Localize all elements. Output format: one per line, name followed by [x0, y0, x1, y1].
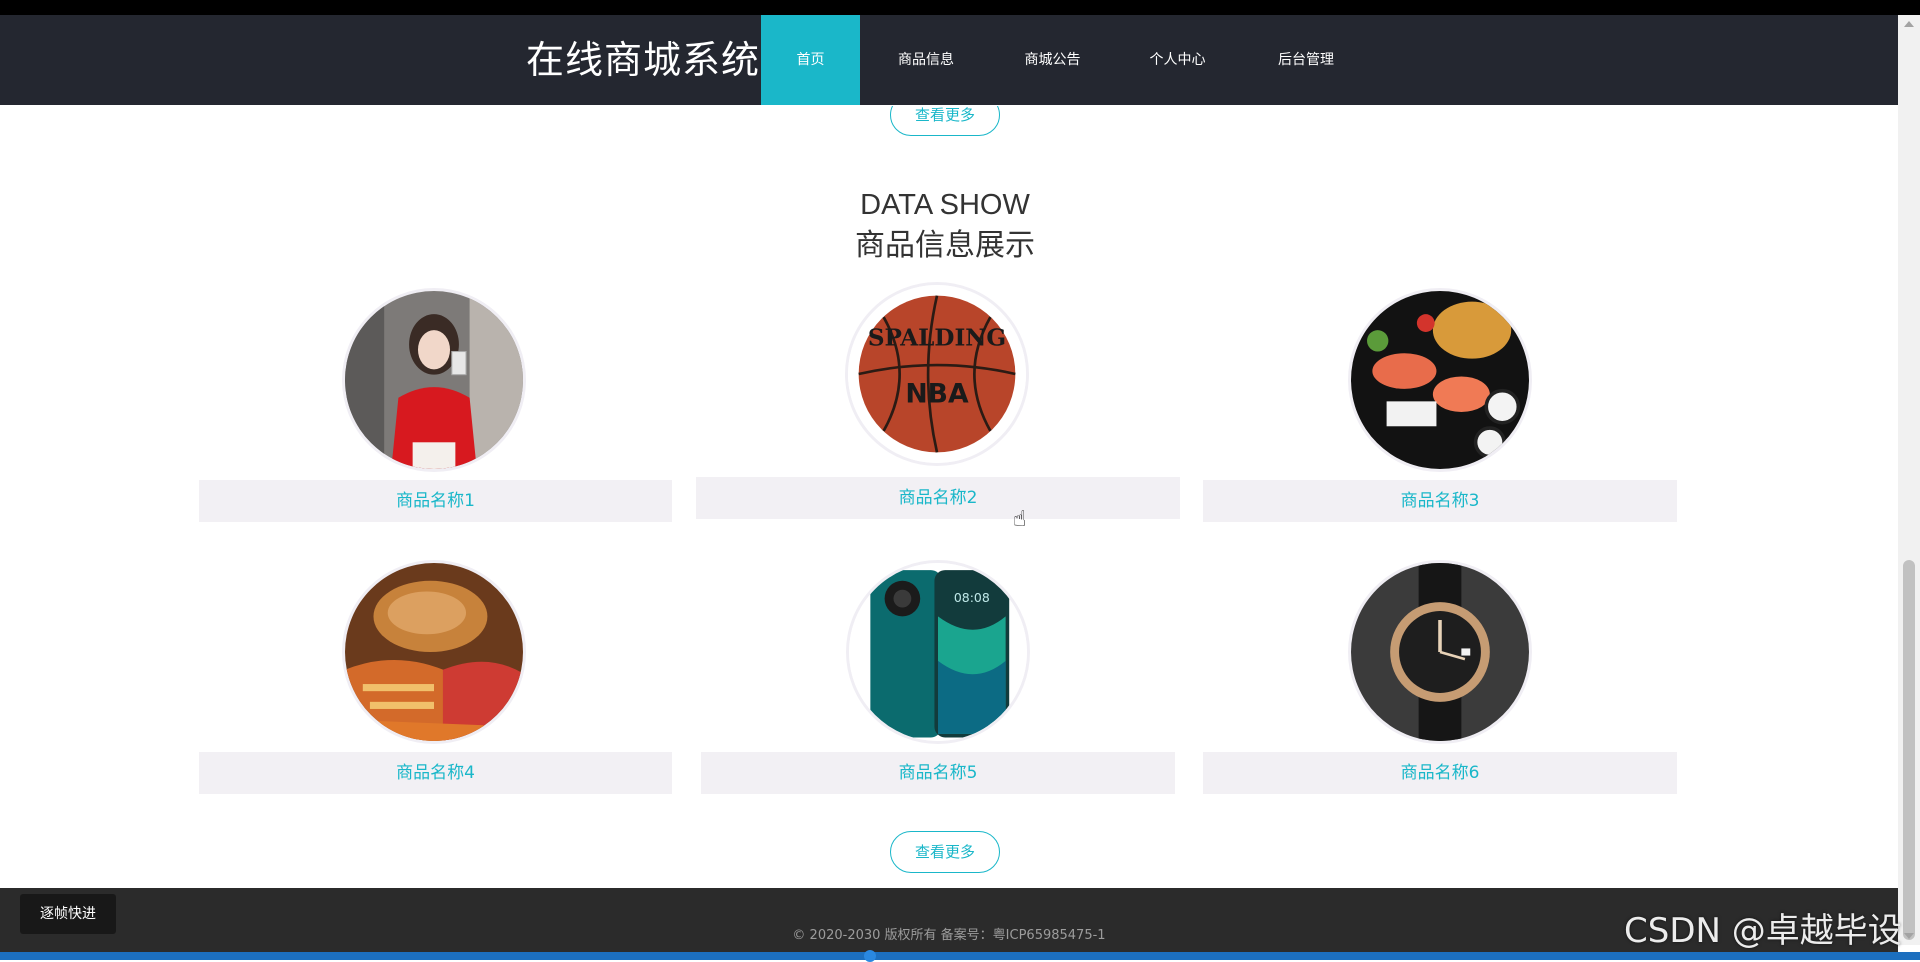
hand-cursor-icon: ☝	[1013, 507, 1027, 532]
site-brand[interactable]: 在线商城系统	[526, 33, 760, 87]
nav-item-home[interactable]: 首页	[761, 15, 860, 105]
top-navbar: 在线商城系统 首页 商品信息 商城公告 个人中心 后台管理	[0, 15, 1898, 105]
product-name-3[interactable]: 商品名称3	[1203, 480, 1677, 522]
product-name-6[interactable]: 商品名称6	[1203, 752, 1677, 794]
progress-knob[interactable]	[864, 950, 876, 962]
section-title-en: DATA SHOW	[860, 189, 1030, 221]
section-title-cn: 商品信息展示	[855, 228, 1035, 263]
product-image-wristwatch[interactable]	[1348, 560, 1532, 744]
section-heading: DATA SHOW 商品信息展示	[745, 185, 1145, 267]
product-image-fried-chicken[interactable]	[342, 560, 526, 744]
product-image-basketball[interactable]: SPALDING NBA	[845, 282, 1029, 466]
scroll-down-arrow-icon[interactable]	[1904, 933, 1914, 939]
footer-copyright: © 2020-2030 版权所有 备案号：粤ICP65985475-1	[792, 928, 1106, 943]
nav-item-products[interactable]: 商品信息	[860, 15, 992, 105]
view-more-button-bottom[interactable]: 查看更多	[890, 831, 1000, 873]
nav-item-profile[interactable]: 个人中心	[1113, 15, 1242, 105]
product-image-smartphone[interactable]: 08:08	[846, 560, 1030, 744]
nav-menu: 首页 商品信息 商城公告 个人中心 后台管理	[761, 15, 1370, 105]
vertical-scrollbar[interactable]	[1898, 15, 1920, 945]
nav-item-admin[interactable]: 后台管理	[1242, 15, 1370, 105]
nav-item-announcements[interactable]: 商城公告	[992, 15, 1113, 105]
browser-top-strip	[0, 0, 1920, 15]
svg-text:NBA: NBA	[905, 378, 969, 409]
product-image-sushi-platter[interactable]	[1348, 288, 1532, 472]
svg-text:SPALDING: SPALDING	[868, 325, 1006, 352]
product-name-2[interactable]: 商品名称2	[696, 477, 1180, 519]
scrollbar-thumb[interactable]	[1903, 560, 1915, 940]
product-name-5[interactable]: 商品名称5	[701, 752, 1175, 794]
svg-text:08:08: 08:08	[954, 590, 990, 605]
product-name-1[interactable]: 商品名称1	[199, 480, 672, 522]
video-progress-bar[interactable]	[0, 950, 1920, 962]
product-image-woman-red-top[interactable]	[342, 288, 526, 472]
watermark: CSDN @卓越毕设	[1624, 911, 1902, 951]
product-name-4[interactable]: 商品名称4	[199, 752, 672, 794]
scroll-up-arrow-icon[interactable]	[1904, 21, 1914, 27]
page-footer: 逐帧快进 © 2020-2030 版权所有 备案号：粤ICP65985475-1	[0, 888, 1898, 960]
